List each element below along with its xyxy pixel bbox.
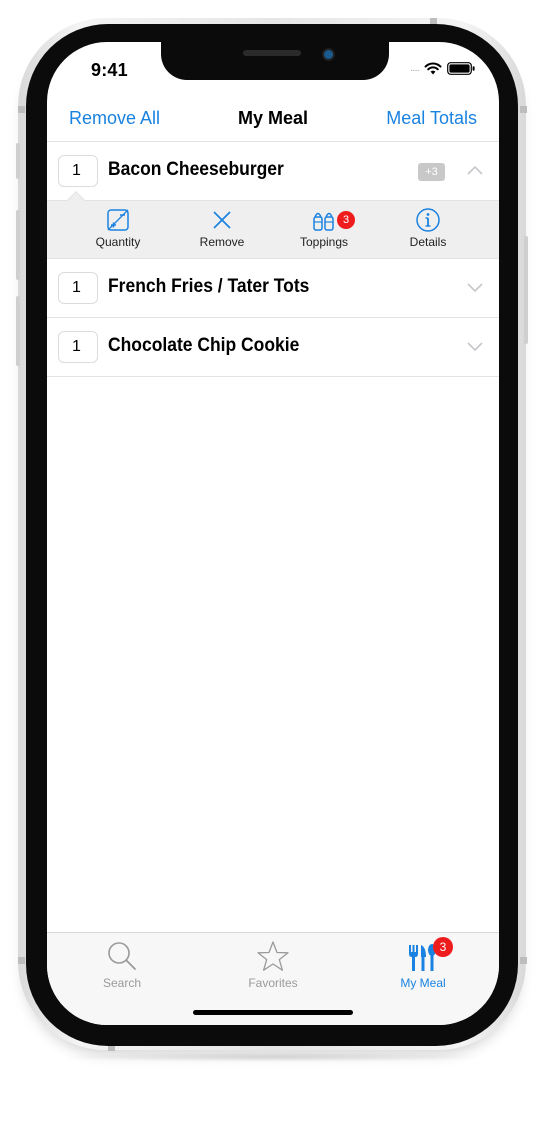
volume-down-button bbox=[16, 296, 20, 366]
speaker-grille bbox=[243, 50, 301, 56]
quantity-field[interactable]: 1 bbox=[58, 331, 98, 363]
tab-favorites-label: Favorites bbox=[248, 976, 298, 990]
tab-favorites[interactable]: Favorites bbox=[223, 939, 323, 990]
search-icon bbox=[108, 942, 136, 970]
item-action-bar: Quantity Remove 3 Toppings Details bbox=[47, 191, 499, 259]
antenna-line bbox=[520, 957, 527, 964]
details-action-button[interactable]: Details bbox=[383, 207, 473, 249]
silent-switch bbox=[16, 143, 20, 179]
antenna-line bbox=[520, 106, 527, 113]
toppings-action-button[interactable]: 3 Toppings bbox=[279, 207, 369, 249]
shakers-icon bbox=[313, 212, 334, 231]
chevron-up-icon[interactable] bbox=[466, 164, 484, 176]
item-name: Chocolate Chip Cookie bbox=[108, 335, 300, 356]
wifi-icon bbox=[424, 62, 442, 75]
quantity-field[interactable]: 1 bbox=[58, 272, 98, 304]
quantity-field[interactable]: 1 bbox=[58, 155, 98, 187]
tab-my-meal[interactable]: 3 My Meal bbox=[373, 937, 473, 990]
quantity-icon bbox=[107, 209, 129, 231]
modifier-count-badge: +3 bbox=[418, 163, 445, 181]
toppings-count-badge: 3 bbox=[337, 211, 355, 229]
item-name: French Fries / Tater Tots bbox=[108, 276, 310, 297]
battery-icon bbox=[447, 62, 475, 75]
phone-shadow bbox=[60, 1052, 486, 1062]
signal-icon: ..... bbox=[410, 63, 420, 74]
meal-item[interactable]: 1 French Fries / Tater Tots bbox=[47, 259, 499, 318]
details-action-label: Details bbox=[409, 235, 447, 249]
notch bbox=[161, 42, 389, 80]
remove-action-label: Remove bbox=[199, 235, 245, 249]
antenna-line bbox=[18, 957, 25, 964]
quantity-action-button[interactable]: Quantity bbox=[73, 207, 163, 249]
status-time: 9:41 bbox=[91, 60, 128, 80]
front-camera bbox=[324, 50, 333, 59]
info-icon bbox=[416, 208, 440, 232]
toppings-action-label: Toppings bbox=[299, 235, 349, 249]
chevron-down-icon[interactable] bbox=[466, 340, 484, 352]
meal-item[interactable]: 1 Bacon Cheeseburger +3 bbox=[47, 142, 499, 201]
home-indicator[interactable] bbox=[193, 1010, 353, 1015]
tab-search[interactable]: Search bbox=[72, 939, 172, 990]
remove-action-button[interactable]: Remove bbox=[177, 207, 267, 249]
tab-search-label: Search bbox=[102, 976, 142, 990]
status-icons: ..... bbox=[410, 62, 475, 75]
chevron-down-icon[interactable] bbox=[466, 281, 484, 293]
antenna-line bbox=[18, 106, 25, 113]
meal-item[interactable]: 1 Chocolate Chip Cookie bbox=[47, 318, 499, 377]
remove-all-button[interactable]: Remove All bbox=[69, 108, 160, 129]
star-icon bbox=[257, 941, 289, 971]
my-meal-count-badge: 3 bbox=[433, 937, 453, 957]
volume-up-button bbox=[16, 210, 20, 280]
tab-my-meal-label: My Meal bbox=[400, 976, 446, 990]
app-screen: 9:41 ..... Remove All My Meal Meal Total… bbox=[47, 42, 499, 1025]
navigation-bar: Remove All My Meal Meal Totals bbox=[47, 98, 499, 142]
x-icon bbox=[213, 211, 231, 229]
meal-list: 1 Bacon Cheeseburger +3 Quantity Remove … bbox=[47, 142, 499, 377]
quantity-action-label: Quantity bbox=[95, 235, 141, 249]
meal-totals-button[interactable]: Meal Totals bbox=[386, 108, 477, 129]
side-button bbox=[524, 236, 528, 344]
item-name: Bacon Cheeseburger bbox=[108, 159, 284, 180]
